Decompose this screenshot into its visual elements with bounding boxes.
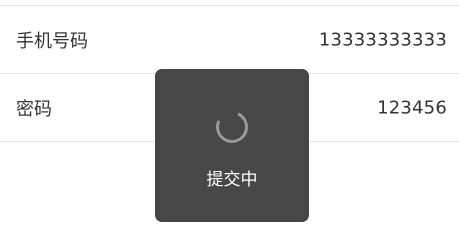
password-value: 123456 — [377, 97, 447, 119]
loading-spinner-icon — [211, 106, 253, 148]
toast-text: 提交中 — [206, 170, 258, 190]
loading-toast: 提交中 — [155, 69, 309, 222]
phone-row: 手机号码 13333333333 — [0, 6, 459, 74]
phone-value: 13333333333 — [318, 29, 447, 51]
password-label: 密码 — [16, 99, 52, 120]
phone-label: 手机号码 — [16, 31, 88, 52]
form-page: 手机号码 13333333333 密码 123456 提交中 — [0, 0, 459, 229]
